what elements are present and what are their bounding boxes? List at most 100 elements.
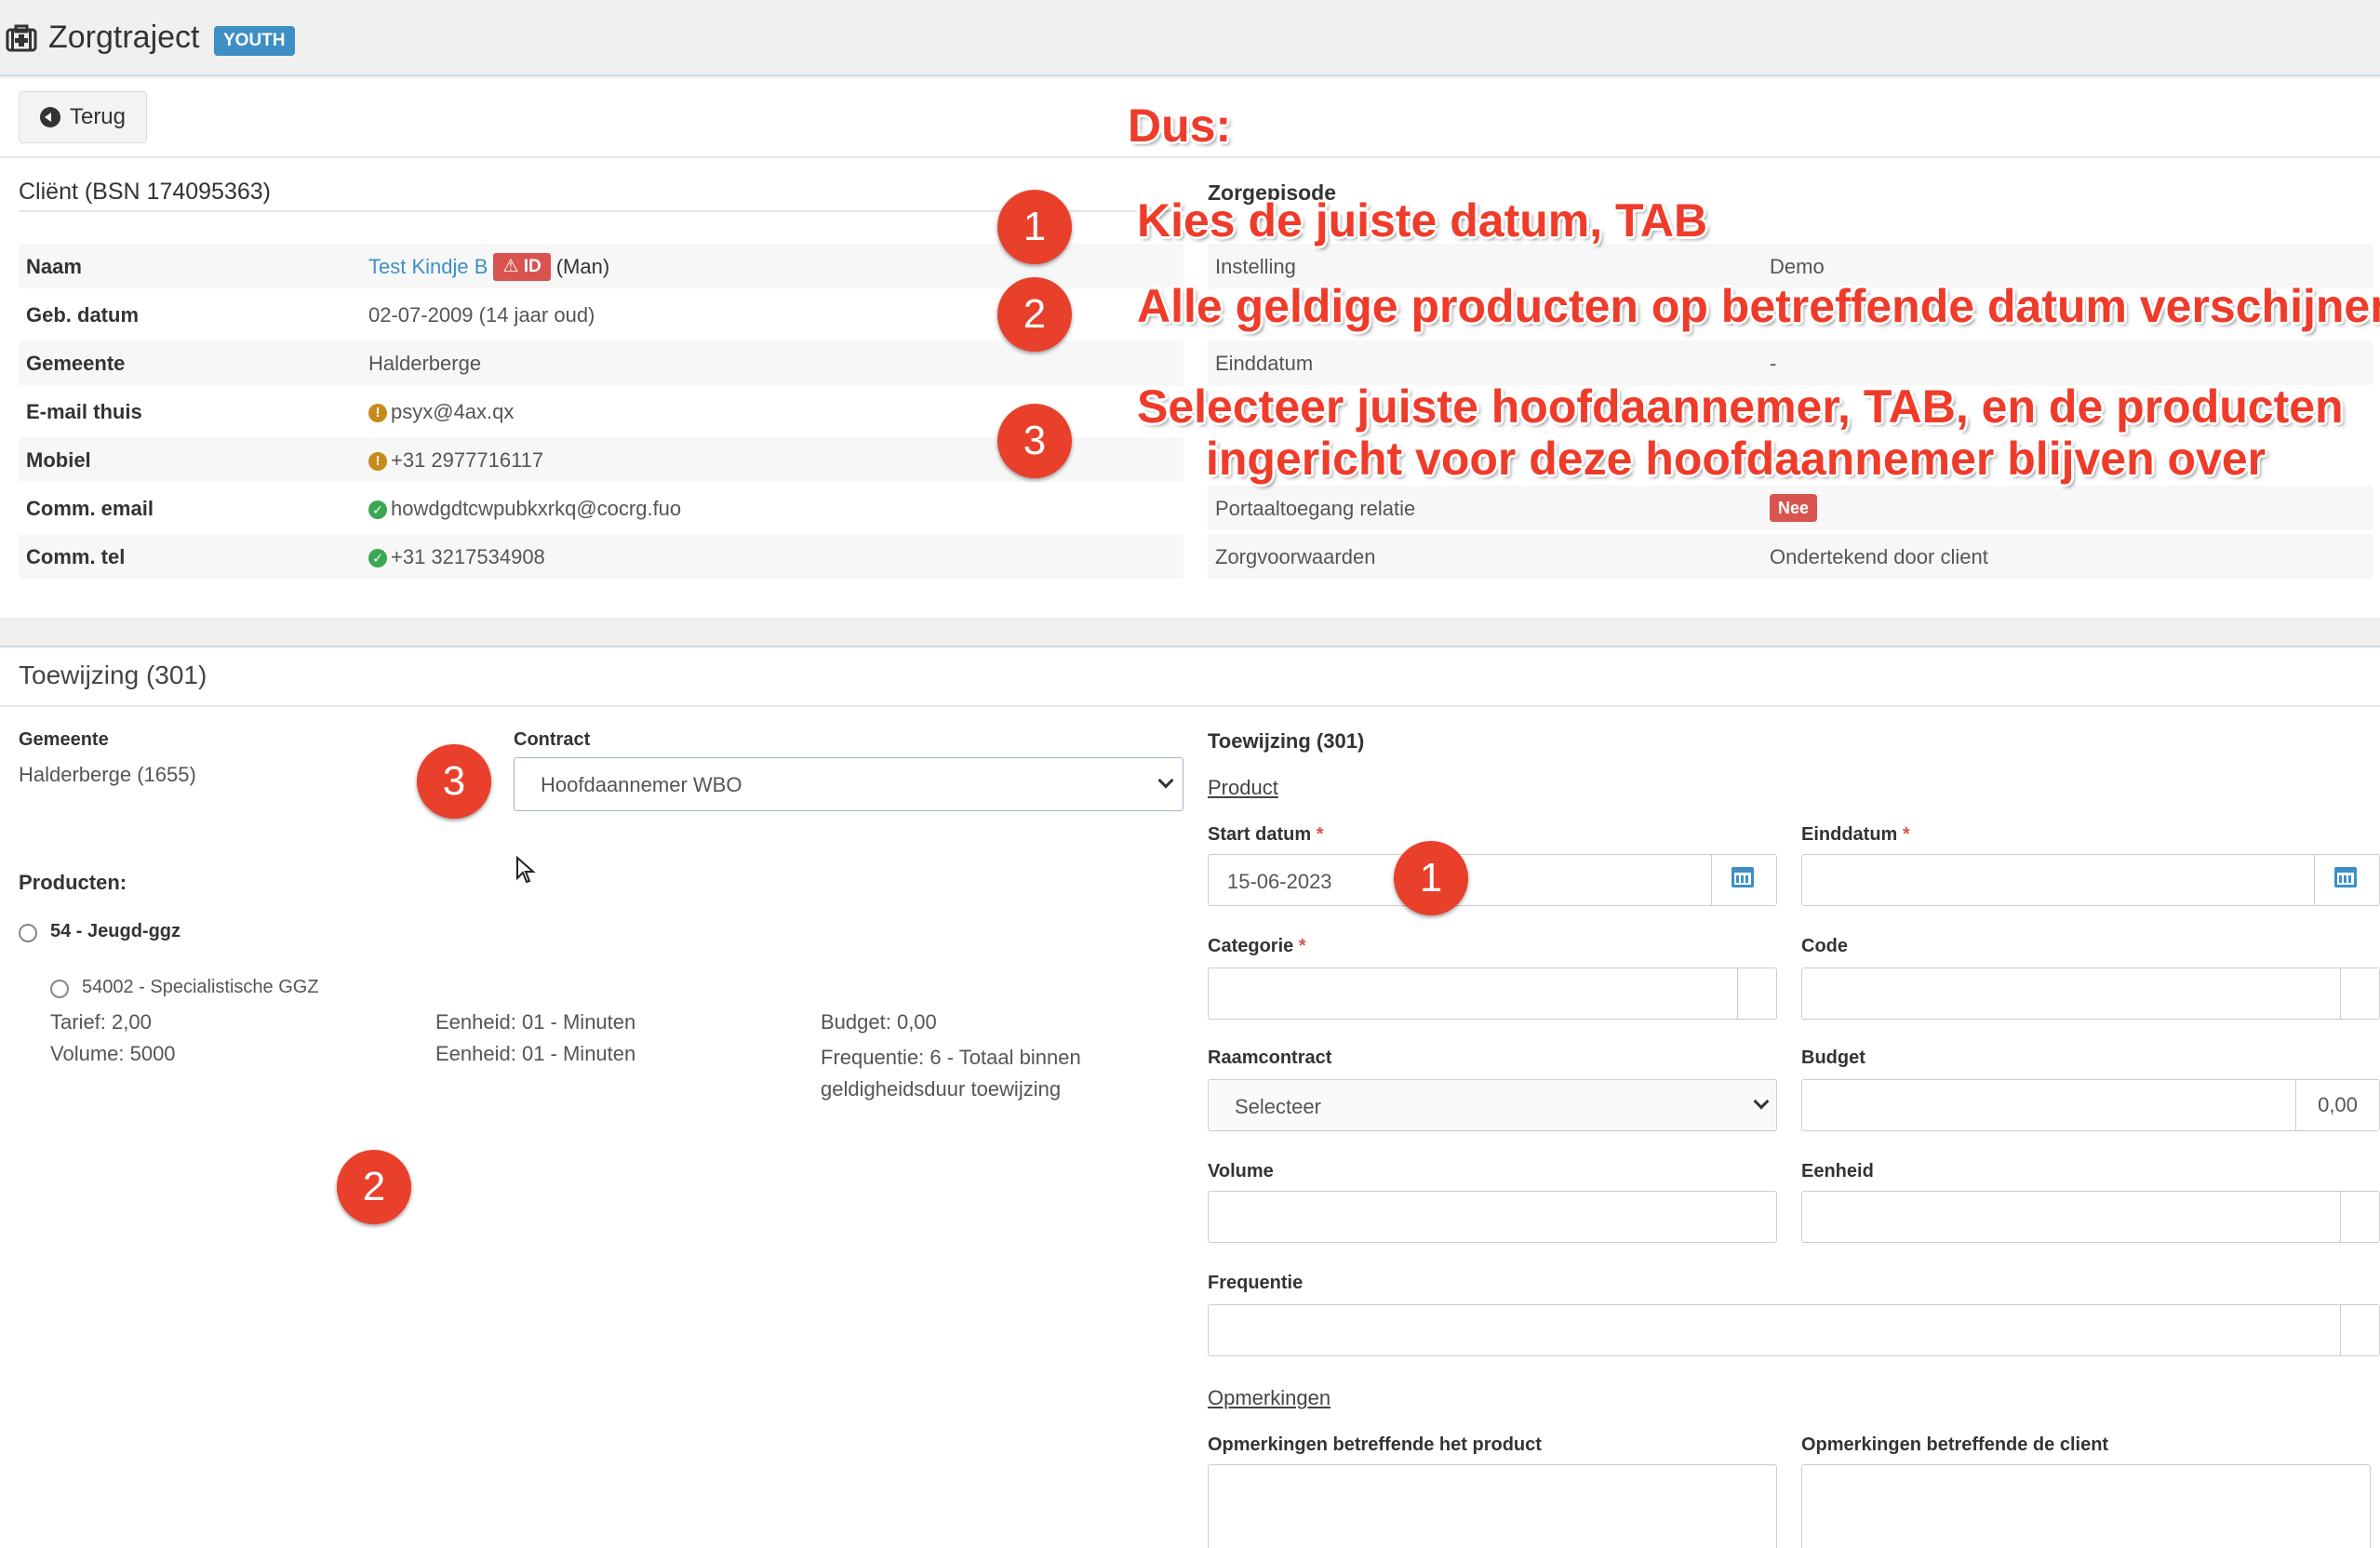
zorgvoorwaarden-label: Zorgvoorwaarden [1215, 545, 1376, 568]
email-thuis-label: E-mail thuis [26, 400, 142, 423]
back-button-label: Terug [69, 104, 127, 129]
contract-select-value: Hoofdaannemer WBO [541, 773, 742, 796]
product-budget: Budget: 0,00 [821, 1010, 937, 1034]
portaaltoegang-badge: Nee [1770, 494, 1818, 522]
naam-label: Naam [26, 255, 82, 278]
portaaltoegang-label: Portaaltoegang relatie [1215, 497, 1416, 520]
calendar-button[interactable] [2314, 855, 2379, 905]
mobiel-label: Mobiel [26, 448, 91, 472]
gemeente-field-value: Halderberge (1655) [19, 763, 196, 786]
producten-label: Producten: [19, 871, 127, 894]
contract-label: Contract [514, 729, 591, 750]
mobiel-value: ! +31 2977716117 [368, 448, 543, 473]
calendar-button[interactable] [1711, 855, 1776, 905]
mouse-cursor-icon [516, 856, 536, 884]
check-icon: ✓ [368, 500, 387, 520]
email-thuis-value: ! psyx@4ax.qx [368, 400, 514, 424]
annotation-step-3-line2: ingericht voor deze hoofdaannemer blijve… [1206, 433, 2266, 485]
frequentie-input[interactable] [1208, 1304, 2380, 1356]
client-section-title: Cliënt (BSN 174095363) [19, 179, 271, 205]
raamcontract-select[interactable]: Selecteer [1208, 1079, 1777, 1131]
calendar-icon [2334, 867, 2357, 887]
medical-kit-icon [6, 24, 37, 52]
product-tarief: Tarief: 2,00 [50, 1010, 152, 1034]
divider [0, 705, 2380, 707]
geb-datum-label: Geb. datum [26, 303, 140, 327]
einddatum-value: - [1770, 352, 1777, 375]
product-group-radio[interactable] [19, 924, 37, 942]
gemeente-value: Halderberge [368, 352, 482, 375]
comm-tel-label: Comm. tel [26, 545, 126, 568]
budget-input[interactable]: 0,00 [1801, 1079, 2380, 1131]
warning-icon: ! [368, 452, 387, 472]
table-row [19, 340, 1183, 385]
chevron-down-icon [1157, 772, 1174, 789]
back-button[interactable]: Terug [19, 91, 147, 143]
divider [0, 156, 2380, 158]
instelling-value: Demo [1770, 255, 1825, 278]
volume-input[interactable] [1208, 1191, 1777, 1243]
budget-addon: 0,00 [2295, 1080, 2379, 1130]
budget-value: 0,00 [2318, 1093, 2358, 1116]
page-title: Zorgtraject [48, 20, 200, 55]
annotation-number-2: 2 [997, 277, 1072, 352]
opm-product-textarea[interactable] [1208, 1464, 1777, 1548]
annotation-step-2: Alle geldige producten op betreffende da… [1137, 280, 2380, 332]
frequentie-addon[interactable] [2340, 1305, 2379, 1355]
product-radio[interactable] [50, 980, 69, 998]
gemeente-label: Gemeente [26, 352, 126, 375]
client-name-link[interactable]: Test Kindje B [368, 255, 488, 279]
start-datum-label: Start datum * [1208, 824, 1324, 845]
einddatum-input[interactable] [1801, 854, 2380, 906]
opmerkingen-section-link[interactable]: Opmerkingen [1208, 1386, 1330, 1410]
chevron-down-icon [1753, 1093, 1770, 1110]
einddatum-field-label: Einddatum * [1801, 824, 1910, 845]
youth-badge: YOUTH [214, 26, 295, 56]
annotation-number-1: 1 [997, 190, 1072, 264]
comm-tel-value: ✓ +31 3217534908 [368, 545, 545, 569]
comm-email-label: Comm. email [26, 497, 154, 520]
opm-client-label: Opmerkingen betreffende de client [1801, 1435, 2109, 1455]
check-icon: ✓ [368, 549, 387, 568]
annotation-heading: Dus: [1128, 100, 1232, 152]
gemeente-field-label: Gemeente [19, 729, 109, 750]
categorie-addon[interactable] [1737, 968, 1776, 1019]
code-label: Code [1801, 936, 1848, 956]
arrow-left-circle-icon [39, 107, 60, 127]
start-datum-input[interactable]: 15-06-2023 [1208, 854, 1777, 906]
product-eenheid: Eenheid: 01 - Minuten [435, 1010, 636, 1034]
opm-product-label: Opmerkingen betreffende het product [1208, 1435, 1542, 1455]
zorgvoorwaarden-value: Ondertekend door client [1770, 545, 1988, 568]
table-row [1208, 340, 2373, 385]
warning-icon: ! [368, 404, 387, 423]
geb-datum-value: 02-07-2009 (14 jaar oud) [368, 303, 595, 327]
opm-client-textarea[interactable] [1801, 1464, 2371, 1548]
frequentie-label: Frequentie [1208, 1273, 1304, 1293]
code-input[interactable] [1801, 968, 2380, 1020]
annotation-number-3-contract: 3 [417, 744, 491, 819]
categorie-label: Categorie * [1208, 936, 1306, 956]
product-section-link[interactable]: Product [1208, 776, 1278, 800]
table-row [19, 534, 1183, 579]
budget-label: Budget [1801, 1048, 1865, 1068]
instelling-label: Instelling [1215, 255, 1296, 278]
product-eenheid: Eenheid: 01 - Minuten [435, 1042, 636, 1065]
categorie-input[interactable] [1208, 968, 1777, 1020]
product-volume: Volume: 5000 [50, 1042, 176, 1065]
naam-value: Test Kindje B ⚠ ID (Man) [368, 253, 609, 281]
code-addon[interactable] [2340, 968, 2379, 1019]
volume-label: Volume [1208, 1161, 1274, 1181]
contract-select[interactable]: Hoofdaannemer WBO [514, 757, 1183, 811]
eenheid-input[interactable] [1801, 1191, 2380, 1243]
annotation-step-3-line1: Selecteer juiste hoofdaannemer, TAB, en … [1137, 380, 2344, 433]
toewijzing-section-title: Toewijzing (301) [19, 661, 207, 689]
einddatum-label: Einddatum [1215, 352, 1314, 375]
annotation-number-2-products: 2 [337, 1150, 411, 1224]
calendar-icon [1732, 867, 1754, 887]
gender-text: (Man) [555, 255, 610, 278]
raamcontract-select-value: Selecteer [1235, 1095, 1321, 1118]
eenheid-addon[interactable] [2340, 1192, 2379, 1242]
id-warning-badge: ⚠ ID [493, 253, 551, 281]
start-datum-value: 15-06-2023 [1227, 870, 1332, 893]
product-frequentie: Frequentie: 6 - Totaal binnen geldigheid… [821, 1046, 1081, 1101]
